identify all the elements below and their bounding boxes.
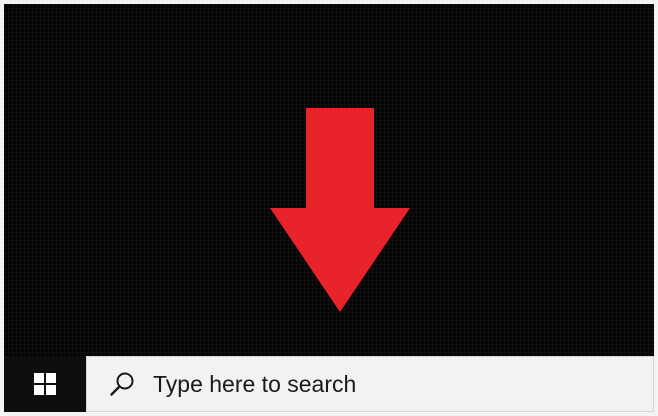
down-arrow-icon [270,108,410,312]
start-button[interactable] [4,356,86,412]
search-box[interactable]: Type here to search [86,356,654,412]
desktop [4,4,654,356]
taskbar: Type here to search [4,356,654,412]
windows-logo-icon [34,373,56,395]
search-placeholder: Type here to search [153,370,357,397]
screenshot-frame: Type here to search [0,0,658,416]
search-icon [110,372,134,396]
